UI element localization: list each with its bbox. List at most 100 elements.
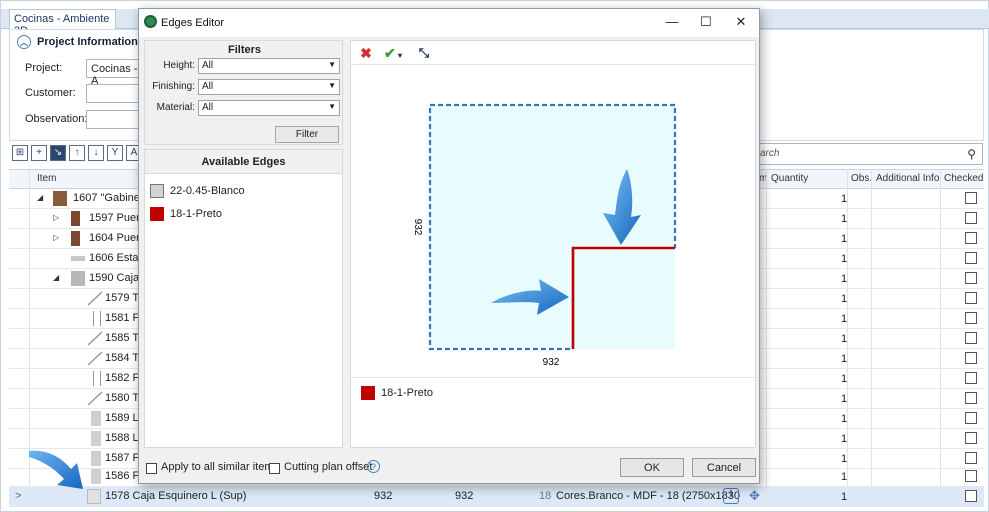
checked-checkbox[interactable] (965, 352, 977, 364)
add-icon[interactable]: + (31, 145, 47, 161)
row-label: 1604 Puert (89, 232, 143, 244)
finishing-select[interactable]: All ▼ (198, 79, 340, 95)
selected-table-row[interactable]: > 1578 Caja Esquinero L (Sup) 932 932 18… (9, 487, 984, 507)
customer-field[interactable] (86, 84, 146, 103)
edge-preview-panel: ✖ ✔ ▾ ⤡ 932 932 18-1-Preto (350, 40, 756, 448)
project-field[interactable]: Cocinas - A (86, 59, 146, 87)
row-label: 1584 Tr (105, 352, 143, 364)
maximize-icon[interactable]: ☐ (696, 13, 716, 31)
checked-checkbox[interactable] (965, 192, 977, 204)
checked-checkbox[interactable] (965, 312, 977, 324)
observation-field[interactable] (86, 110, 146, 129)
material-value: All (202, 102, 214, 113)
expand-triangle-icon[interactable]: ▷ (53, 213, 59, 222)
collapse-icon[interactable]: ︿ (17, 35, 31, 49)
checked-checkbox[interactable] (965, 412, 977, 424)
move-down-icon[interactable]: ↓ (88, 145, 104, 161)
row-quantity: 1 (841, 313, 848, 325)
legend-item: 18-1-Preto (361, 386, 433, 400)
col-quantity[interactable]: Quantity (771, 173, 808, 184)
finishing-value: All (202, 81, 214, 92)
panel-diagonal-icon (87, 291, 103, 306)
row-quantity: 1 (841, 193, 848, 205)
checked-checkbox[interactable] (965, 470, 977, 482)
panel-diagonal-icon (87, 391, 103, 406)
edge-preview-canvas[interactable]: 932 932 (351, 67, 755, 377)
edge-list-item[interactable]: 18-1-Preto (150, 207, 222, 221)
row-thickness: 18 (539, 490, 552, 502)
cancel-button[interactable]: Cancel (692, 458, 756, 477)
row-quantity: 1 (841, 471, 848, 483)
checked-checkbox[interactable] (965, 292, 977, 304)
cutting-offset-label: Cutting plan offset (284, 461, 373, 473)
row-quantity: 1 (841, 213, 848, 225)
document-tab[interactable]: Cocinas - Ambiente 3D (9, 9, 116, 37)
edge-color-swatch (150, 184, 164, 198)
row-dim1: 932 (374, 490, 393, 502)
annotation-arrow-icon (25, 443, 95, 496)
checked-checkbox[interactable] (965, 432, 977, 444)
minimize-icon[interactable]: — (662, 13, 682, 31)
move-up-icon[interactable]: ↑ (69, 145, 85, 161)
row-label: 1585 Tr (105, 332, 143, 344)
row-quantity: 1 (841, 273, 848, 285)
preview-legend: 18-1-Preto (351, 377, 755, 447)
apply-all-checkbox[interactable] (146, 463, 157, 474)
row-label: 1597 Puert (89, 212, 143, 224)
panel-vertical-icon (93, 371, 101, 386)
panel-vertical-icon (93, 311, 101, 326)
move-icon[interactable]: ✥ (749, 488, 760, 504)
width-dimension: 932 (543, 357, 560, 368)
checked-checkbox[interactable] (965, 332, 977, 344)
checked-checkbox[interactable] (965, 490, 977, 502)
expand-triangle-icon[interactable]: ▷ (53, 233, 59, 242)
project-info-header[interactable]: ︿ Project Information (17, 35, 138, 49)
finishing-label: Finishing: (152, 81, 195, 92)
import-icon[interactable]: ↘ (50, 145, 66, 161)
row-label: 1580 Tr (105, 392, 143, 404)
shelf-icon (71, 256, 85, 261)
col-checked[interactable]: Checked (944, 173, 983, 184)
material-select[interactable]: All ▼ (198, 100, 340, 116)
panel-diagonal-icon (87, 351, 103, 366)
cutting-offset-checkbox[interactable] (269, 463, 280, 474)
help-icon[interactable]: ? (367, 460, 380, 473)
info-icon[interactable]: ! (723, 488, 739, 504)
filter-button[interactable]: Filter (275, 126, 339, 143)
dialog-titlebar[interactable]: Edges Editor — ☐ ✕ (139, 9, 759, 37)
checked-checkbox[interactable] (965, 452, 977, 464)
search-icon[interactable]: ⚲ (967, 147, 976, 161)
apply-edges-icon[interactable]: ✔ ▾ (379, 44, 407, 62)
col-item[interactable]: Item (37, 173, 56, 184)
dropdown-arrow-icon: ▼ (328, 60, 336, 69)
dropdown-arrow-icon: ▼ (328, 81, 336, 90)
collapse-triangle-icon[interactable]: ◢ (37, 193, 43, 202)
ok-button[interactable]: OK (620, 458, 684, 477)
project-info-title: Project Information (37, 36, 138, 48)
checked-checkbox[interactable] (965, 372, 977, 384)
expand-all-icon[interactable]: ⊞ (12, 145, 28, 161)
panel-shape (430, 105, 675, 349)
col-additional-info[interactable]: Additional Info (876, 173, 939, 184)
search-placeholder: arch (760, 148, 780, 159)
row-quantity: 1 (841, 233, 848, 245)
side-panel-icon (91, 411, 101, 426)
col-obs[interactable]: Obs. (851, 173, 872, 184)
clear-edges-icon[interactable]: ✖ (357, 44, 375, 62)
door-icon (71, 211, 80, 226)
collapse-triangle-icon[interactable]: ◢ (53, 273, 59, 282)
checked-checkbox[interactable] (965, 212, 977, 224)
checked-checkbox[interactable] (965, 272, 977, 284)
search-input[interactable]: arch ⚲ (753, 143, 983, 165)
height-label: Height: (163, 60, 195, 71)
edge-list-item[interactable]: 22-0.45-Blanco (150, 184, 245, 198)
row-quantity: 1 (841, 373, 848, 385)
checked-checkbox[interactable] (965, 252, 977, 264)
filter-icon[interactable]: Y (107, 145, 123, 161)
rotate-icon[interactable]: ⤡ (415, 44, 433, 62)
checked-checkbox[interactable] (965, 232, 977, 244)
height-select[interactable]: All ▼ (198, 58, 340, 74)
edge-label: 22-0.45-Blanco (170, 185, 245, 197)
close-icon[interactable]: ✕ (731, 13, 751, 31)
checked-checkbox[interactable] (965, 392, 977, 404)
